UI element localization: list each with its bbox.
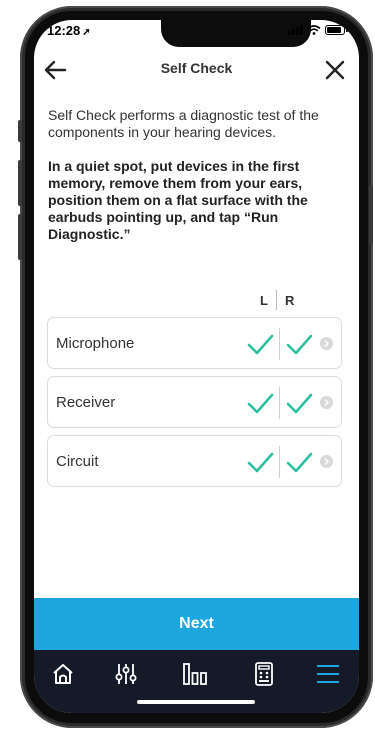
status-time: 12:28 ➚ bbox=[47, 23, 91, 38]
row-label: Receiver bbox=[56, 394, 116, 411]
lr-column-header: L R bbox=[260, 290, 294, 310]
instructions-text: In a quiet spot, put devices in the firs… bbox=[48, 158, 308, 242]
clock: 12:28 bbox=[47, 23, 81, 38]
home-icon[interactable] bbox=[47, 658, 79, 690]
chevron-right-icon[interactable] bbox=[320, 337, 333, 350]
wifi-icon bbox=[307, 25, 321, 35]
home-indicator[interactable] bbox=[137, 700, 255, 704]
chevron-right-icon[interactable] bbox=[320, 455, 333, 468]
power-button bbox=[369, 185, 373, 245]
page-title: Self Check bbox=[160, 60, 233, 76]
right-column-label: R bbox=[284, 292, 295, 308]
remote-icon[interactable] bbox=[248, 658, 280, 690]
check-list: Microphone Receiver Circuit bbox=[47, 317, 342, 494]
bars-icon[interactable] bbox=[179, 658, 211, 690]
right-check-icon bbox=[286, 334, 313, 355]
battery-icon bbox=[325, 25, 348, 35]
check-row-microphone[interactable]: Microphone bbox=[47, 317, 342, 369]
volume-up-button bbox=[18, 160, 22, 206]
left-check-icon bbox=[247, 334, 274, 355]
row-label: Circuit bbox=[56, 453, 99, 470]
left-column-label: L bbox=[260, 292, 268, 308]
left-check-icon bbox=[247, 452, 274, 473]
row-label: Microphone bbox=[56, 335, 135, 352]
intro-text: Self Check performs a diagnostic test of… bbox=[48, 107, 319, 140]
header: Self Check bbox=[34, 52, 359, 92]
close-icon[interactable] bbox=[321, 56, 349, 84]
status-icons bbox=[288, 25, 348, 35]
right-check-icon bbox=[286, 452, 313, 473]
check-row-circuit[interactable]: Circuit bbox=[47, 435, 342, 487]
row-divider bbox=[279, 328, 280, 360]
next-button[interactable]: Next bbox=[34, 598, 359, 650]
signal-icon bbox=[288, 25, 303, 35]
location-icon: ➚ bbox=[82, 27, 91, 38]
check-row-receiver[interactable]: Receiver bbox=[47, 376, 342, 428]
left-check-icon bbox=[247, 393, 274, 414]
chevron-right-icon[interactable] bbox=[320, 396, 333, 409]
sliders-icon[interactable] bbox=[110, 658, 142, 690]
mute-switch bbox=[18, 120, 22, 142]
row-divider bbox=[279, 446, 280, 478]
volume-down-button bbox=[18, 214, 22, 260]
screen: 12:28 ➚ Self Check Self Check performs a … bbox=[34, 20, 359, 713]
right-check-icon bbox=[286, 393, 313, 414]
column-divider bbox=[275, 290, 277, 310]
row-divider bbox=[279, 387, 280, 419]
menu-icon[interactable] bbox=[312, 658, 344, 690]
